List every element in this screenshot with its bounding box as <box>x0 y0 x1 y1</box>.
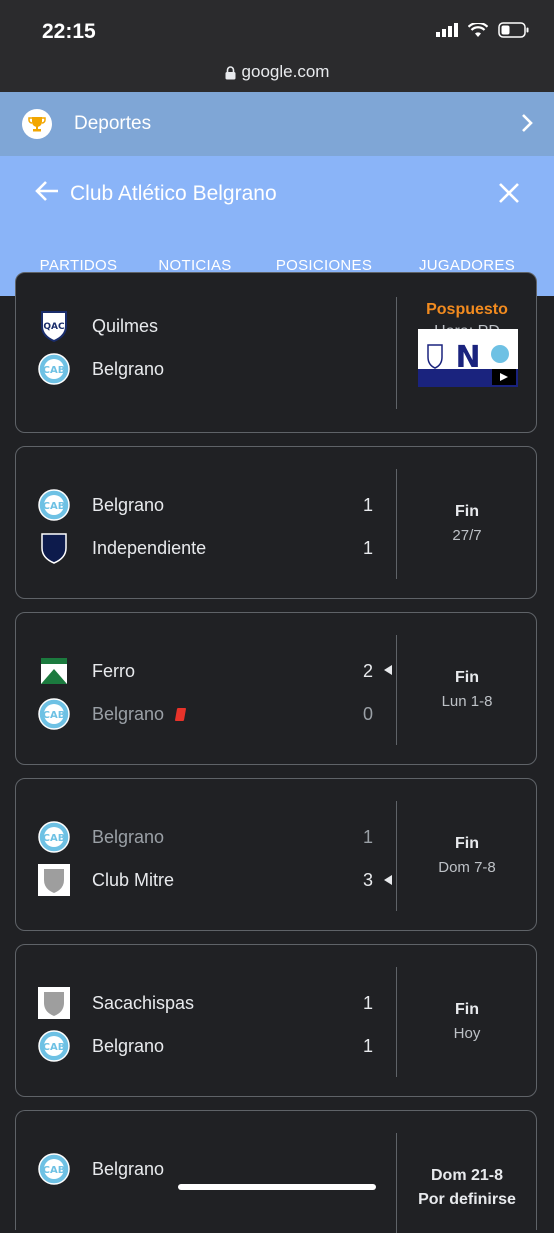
match-date: Dom 21-8 <box>430 1167 504 1184</box>
winner-indicator-icon <box>384 875 392 885</box>
svg-text:CAB: CAB <box>43 710 66 721</box>
address-bar[interactable]: google.com <box>0 62 554 92</box>
svg-text:CAB: CAB <box>43 1042 66 1053</box>
match-status: Fin Dom 7-8 <box>397 835 537 876</box>
match-date: 27/7 <box>452 527 482 544</box>
home-team: QAC Quilmes <box>38 310 158 342</box>
team-title: Club Atlético Belgrano <box>70 182 277 205</box>
away-team: CAB Belgrano <box>38 353 164 385</box>
home-team: Sacachispas <box>38 987 194 1019</box>
clock: 22:15 <box>42 20 96 43</box>
belgrano-crest-icon: CAB <box>38 821 70 853</box>
team-name: Ferro <box>92 660 136 681</box>
generic-shield-icon <box>38 864 70 896</box>
status-icons <box>436 22 530 38</box>
match-card[interactable]: CAB Belgrano 1 Independiente 1 Fin 27/7 <box>15 446 537 599</box>
match-time: Por definirse <box>418 1191 516 1208</box>
team-name: Club Mitre <box>92 869 175 890</box>
belgrano-crest-icon: CAB <box>38 1153 70 1185</box>
back-arrow-icon[interactable] <box>34 178 60 204</box>
home-team: CAB Belgrano <box>38 489 164 521</box>
svg-text:QAC: QAC <box>43 322 65 332</box>
team-name: Belgrano <box>92 826 165 847</box>
match-card[interactable]: QAC Quilmes CAB Belgrano Pospuesto Hora:… <box>15 272 537 433</box>
battery-icon <box>498 22 529 38</box>
svg-text:CAB: CAB <box>43 501 66 512</box>
sports-label: Deportes <box>74 113 152 134</box>
url-text: google.com <box>241 62 330 81</box>
postponed-label: Pospuesto <box>426 301 508 318</box>
match-date: Hoy <box>453 1025 481 1042</box>
red-card-icon <box>174 707 187 721</box>
svg-text:CAB: CAB <box>43 365 66 376</box>
match-status: Fin Hoy <box>397 1001 537 1042</box>
away-score: 1 <box>362 1036 373 1056</box>
belgrano-crest-icon: CAB <box>38 489 70 521</box>
svg-text:N: N <box>455 340 480 375</box>
team-name: Quilmes <box>92 315 159 336</box>
team-name: Belgrano <box>92 703 165 724</box>
away-score: 1 <box>362 538 373 558</box>
status-label: Fin <box>455 503 479 520</box>
home-score: 1 <box>362 993 373 1013</box>
match-card[interactable]: CAB Belgrano 1 Club Mitre 3 Fin Dom 7-8 <box>15 778 537 931</box>
match-status: Fin Lun 1-8 <box>397 669 537 710</box>
close-icon[interactable] <box>498 182 520 204</box>
away-score: 3 <box>362 870 373 890</box>
lock-icon <box>225 65 236 80</box>
signal-icon <box>436 23 458 37</box>
team-name: Belgrano <box>92 494 165 515</box>
away-team: CAB Belgrano <box>38 698 187 730</box>
home-team: Ferro <box>38 655 135 687</box>
chevron-right-icon[interactable] <box>520 112 534 134</box>
match-date: Lun 1-8 <box>441 693 493 710</box>
match-card[interactable]: Sacachispas 1 CAB Belgrano 1 Fin Hoy <box>15 944 537 1097</box>
winner-indicator-icon <box>384 665 392 675</box>
home-team: CAB Belgrano <box>38 821 164 853</box>
team-name: Independiente <box>92 537 207 558</box>
svg-text:CAB: CAB <box>43 1165 66 1176</box>
home-score: 2 <box>362 661 373 681</box>
match-status: Fin 27/7 <box>397 503 537 544</box>
away-team: CAB Belgrano <box>38 1030 164 1062</box>
wifi-icon <box>468 22 488 37</box>
independiente-crest-icon <box>38 532 70 564</box>
match-status: Dom 21-8 Por definirse <box>397 1167 537 1209</box>
team-name: Sacachispas <box>92 992 195 1013</box>
away-team: Independiente <box>38 532 206 564</box>
belgrano-crest-icon: CAB <box>38 1030 70 1062</box>
away-score: 0 <box>362 704 373 724</box>
status-label: Fin <box>455 1001 479 1018</box>
sports-breadcrumb[interactable]: Deportes <box>0 92 554 156</box>
quilmes-crest-icon: QAC <box>38 310 70 342</box>
match-card[interactable]: Ferro 2 CAB Belgrano 0 Fin Lun 1-8 <box>15 612 537 765</box>
team-name: Belgrano <box>92 358 165 379</box>
home-team: CAB Belgrano <box>38 1153 164 1185</box>
trophy-icon <box>22 109 52 139</box>
team-name: Belgrano <box>92 1158 165 1179</box>
video-thumbnail[interactable]: N <box>418 329 518 387</box>
belgrano-crest-icon: CAB <box>38 353 70 385</box>
belgrano-crest-icon: CAB <box>38 698 70 730</box>
status-bar: 22:15 <box>0 0 554 62</box>
away-team: Club Mitre <box>38 864 174 896</box>
match-card[interactable]: CAB Belgrano Dom 21-8 Por definirse <box>15 1110 537 1233</box>
match-date: Dom 7-8 <box>438 859 496 876</box>
generic-shield-icon <box>38 987 70 1019</box>
ferro-crest-icon <box>38 655 70 687</box>
status-label: Fin <box>455 669 479 686</box>
team-name: Belgrano <box>92 1035 165 1056</box>
status-label: Fin <box>455 835 479 852</box>
home-score: 1 <box>362 495 373 515</box>
svg-text:CAB: CAB <box>43 833 66 844</box>
home-indicator[interactable] <box>178 1184 376 1190</box>
home-score: 1 <box>362 827 373 847</box>
